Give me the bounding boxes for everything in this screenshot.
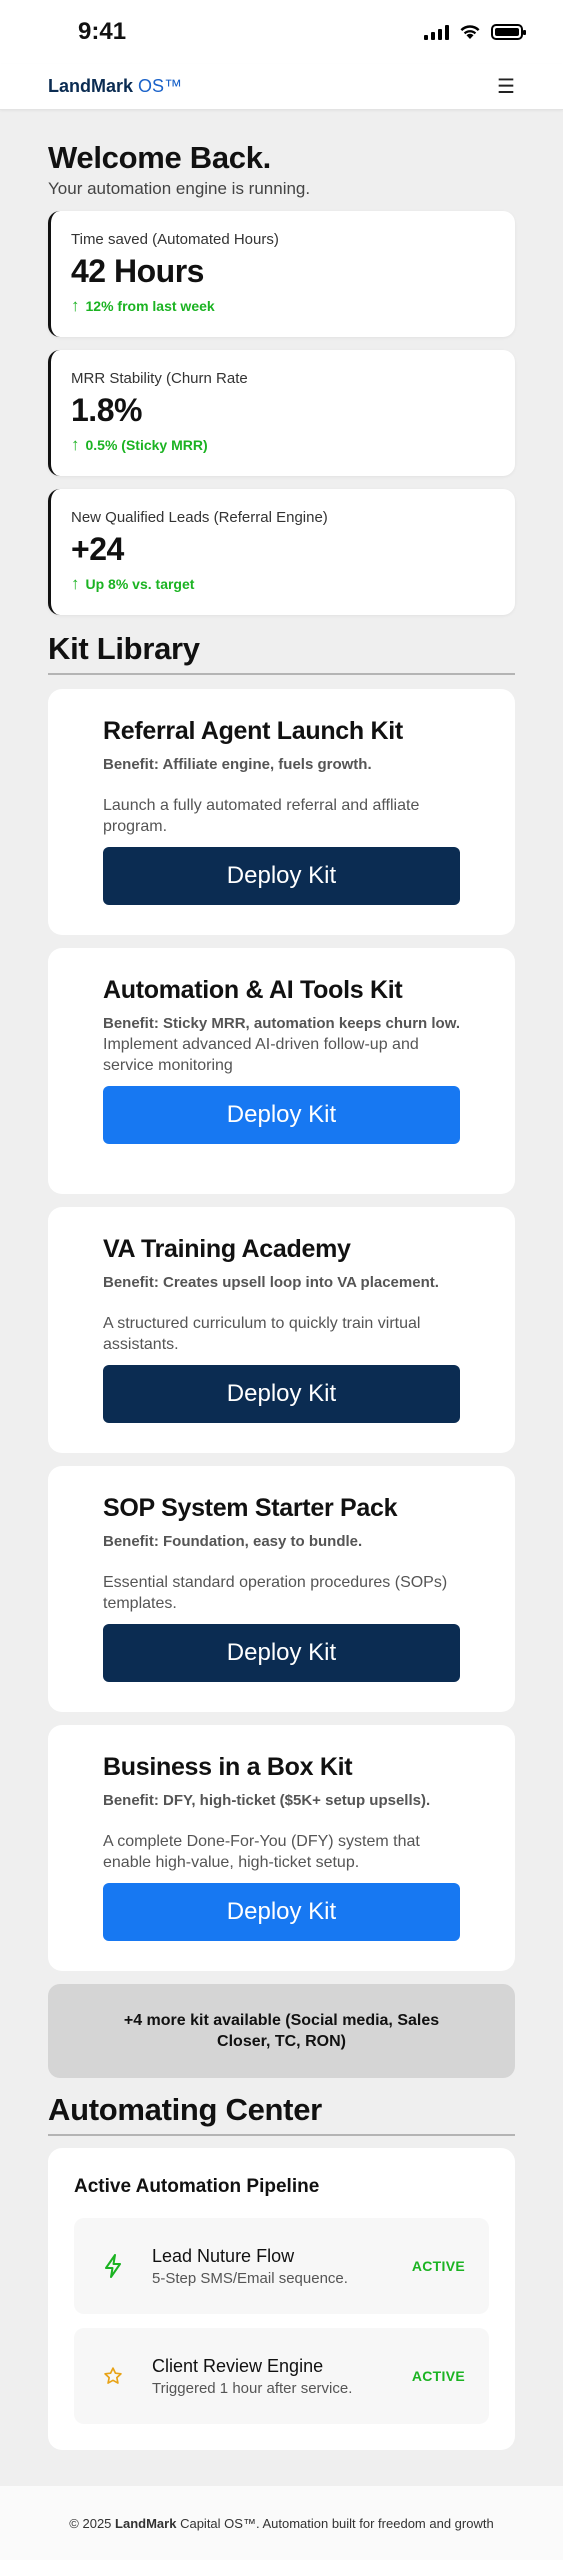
metric-label: Time saved (Automated Hours) [71,231,279,248]
metric-change: ↑ 12% from last week [71,296,495,316]
automation-pipeline-card: Active Automation Pipeline Lead Nuture F… [48,2148,515,2450]
footer-text: Capital OS™. Automation built for freedo… [180,2515,494,2531]
metric-label: New Qualified Leads (Referral Engine) [71,509,328,526]
more-kits-banner[interactable]: +4 more kit available (Social media, Sal… [48,1984,515,2078]
wifi-icon [460,25,480,39]
footer-prefix: © 2025 [69,2515,112,2531]
status-bar: 9:41 [0,0,563,64]
kit-title: Automation & AI Tools Kit [103,976,403,1004]
brand-logo[interactable]: LandMark OS™ [48,76,182,97]
metric-value: 1.8% [71,392,142,428]
pipeline-item-client-review[interactable]: Client Review Engine Triggered 1 hour af… [74,2328,489,2424]
status-icons [424,24,526,40]
kit-description: A structured curriculum to quickly train… [103,1315,421,1353]
metric-change-text: 12% from last week [85,298,215,314]
kit-title: SOP System Starter Pack [103,1494,398,1522]
brand-name: LandMark [48,76,134,96]
kit-card-sop-system: SOP System Starter Pack Benefit: Foundat… [48,1466,515,1712]
battery-icon [491,24,526,40]
lightning-icon [98,2254,128,2278]
kit-description: A complete Done-For-You (DFY) system tha… [103,1833,420,1871]
kit-benefit: Benefit: Affiliate engine, fuels growth. [103,756,372,773]
kit-card-business-in-a-box: Business in a Box Kit Benefit: DFY, high… [48,1725,515,1971]
deploy-kit-button[interactable]: Deploy Kit [103,1624,460,1682]
welcome-subtitle: Your automation engine is running. [48,179,311,198]
main-content: Welcome Back. Your automation engine is … [0,140,563,2450]
kit-benefit: Benefit: Creates upsell loop into VA pla… [103,1274,439,1291]
pipeline-item-lead-nurture[interactable]: Lead Nuture Flow 5-Step SMS/Email sequen… [74,2218,489,2314]
metric-change: ↑ 0.5% (Sticky MRR) [71,435,495,455]
kit-benefit: Benefit: DFY, high-ticket ($5K+ setup up… [103,1792,431,1809]
kit-card-automation-ai-tools: Automation & AI Tools Kit Benefit: Stick… [48,948,515,1194]
metric-value: 42 Hours [71,253,204,289]
kit-title: VA Training Academy [103,1235,351,1263]
kit-benefit: Benefit: Foundation, easy to bundle. [103,1533,363,1550]
metric-change: ↑ Up 8% vs. target [71,574,495,594]
metric-change-text: 0.5% (Sticky MRR) [85,437,208,453]
pipeline-item-description: 5-Step SMS/Email sequence. [152,2269,348,2287]
metric-card-time-saved: Time saved (Automated Hours) 42 Hours ↑ … [48,211,515,337]
welcome-title: Welcome Back. [48,140,271,175]
status-badge: ACTIVE [411,2258,465,2274]
arrow-up-icon: ↑ [71,574,80,593]
pipeline-title: Active Automation Pipeline [74,2176,320,2197]
metric-value: +24 [71,531,124,567]
pipeline-item-name: Client Review Engine [152,2355,324,2376]
status-time: 9:41 [78,18,127,45]
kit-title: Referral Agent Launch Kit [103,717,403,745]
arrow-up-icon: ↑ [71,296,80,315]
deploy-kit-button[interactable]: Deploy Kit [103,847,460,905]
arrow-up-icon: ↑ [71,435,80,454]
status-badge: ACTIVE [411,2368,465,2384]
metric-card-mrr-stability: MRR Stability (Churn Rate 1.8% ↑ 0.5% (S… [48,350,515,476]
kit-description: Implement advanced AI-driven follow-up a… [103,1036,419,1074]
cellular-signal-icon [424,24,449,40]
footer-brand: LandMark [115,2515,177,2531]
pipeline-item-text: Client Review Engine Triggered 1 hour af… [152,2356,412,2397]
metric-label: MRR Stability (Churn Rate [71,370,248,387]
hamburger-menu-icon[interactable]: ☰ [497,74,515,99]
pipeline-item-text: Lead Nuture Flow 5-Step SMS/Email sequen… [152,2246,412,2287]
kit-description: Launch a fully automated referral and af… [103,797,420,835]
deploy-kit-button[interactable]: Deploy Kit [103,1883,460,1941]
star-icon [98,2366,128,2386]
app-header: LandMark OS™ ☰ [0,64,563,110]
metric-card-new-leads: New Qualified Leads (Referral Engine) +2… [48,489,515,615]
kit-benefit: Benefit: Sticky MRR, automation keeps ch… [103,1015,460,1032]
kit-title: Business in a Box Kit [103,1753,353,1781]
deploy-kit-button[interactable]: Deploy Kit [103,1365,460,1423]
pipeline-item-name: Lead Nuture Flow [152,2245,295,2266]
kit-card-referral-agent: Referral Agent Launch Kit Benefit: Affil… [48,689,515,935]
pipeline-item-description: Triggered 1 hour after service. [152,2379,353,2397]
automation-center-title: Automating Center [48,2092,515,2136]
footer: © 2025 LandMark Capital OS™. Automation … [0,2486,563,2560]
kit-description: Essential standard operation procedures … [103,1574,448,1612]
kit-library-title: Kit Library [48,631,515,675]
brand-suffix: OS™ [138,76,183,96]
deploy-kit-button[interactable]: Deploy Kit [103,1086,460,1144]
kit-card-va-training: VA Training Academy Benefit: Creates ups… [48,1207,515,1453]
metric-change-text: Up 8% vs. target [85,576,195,592]
